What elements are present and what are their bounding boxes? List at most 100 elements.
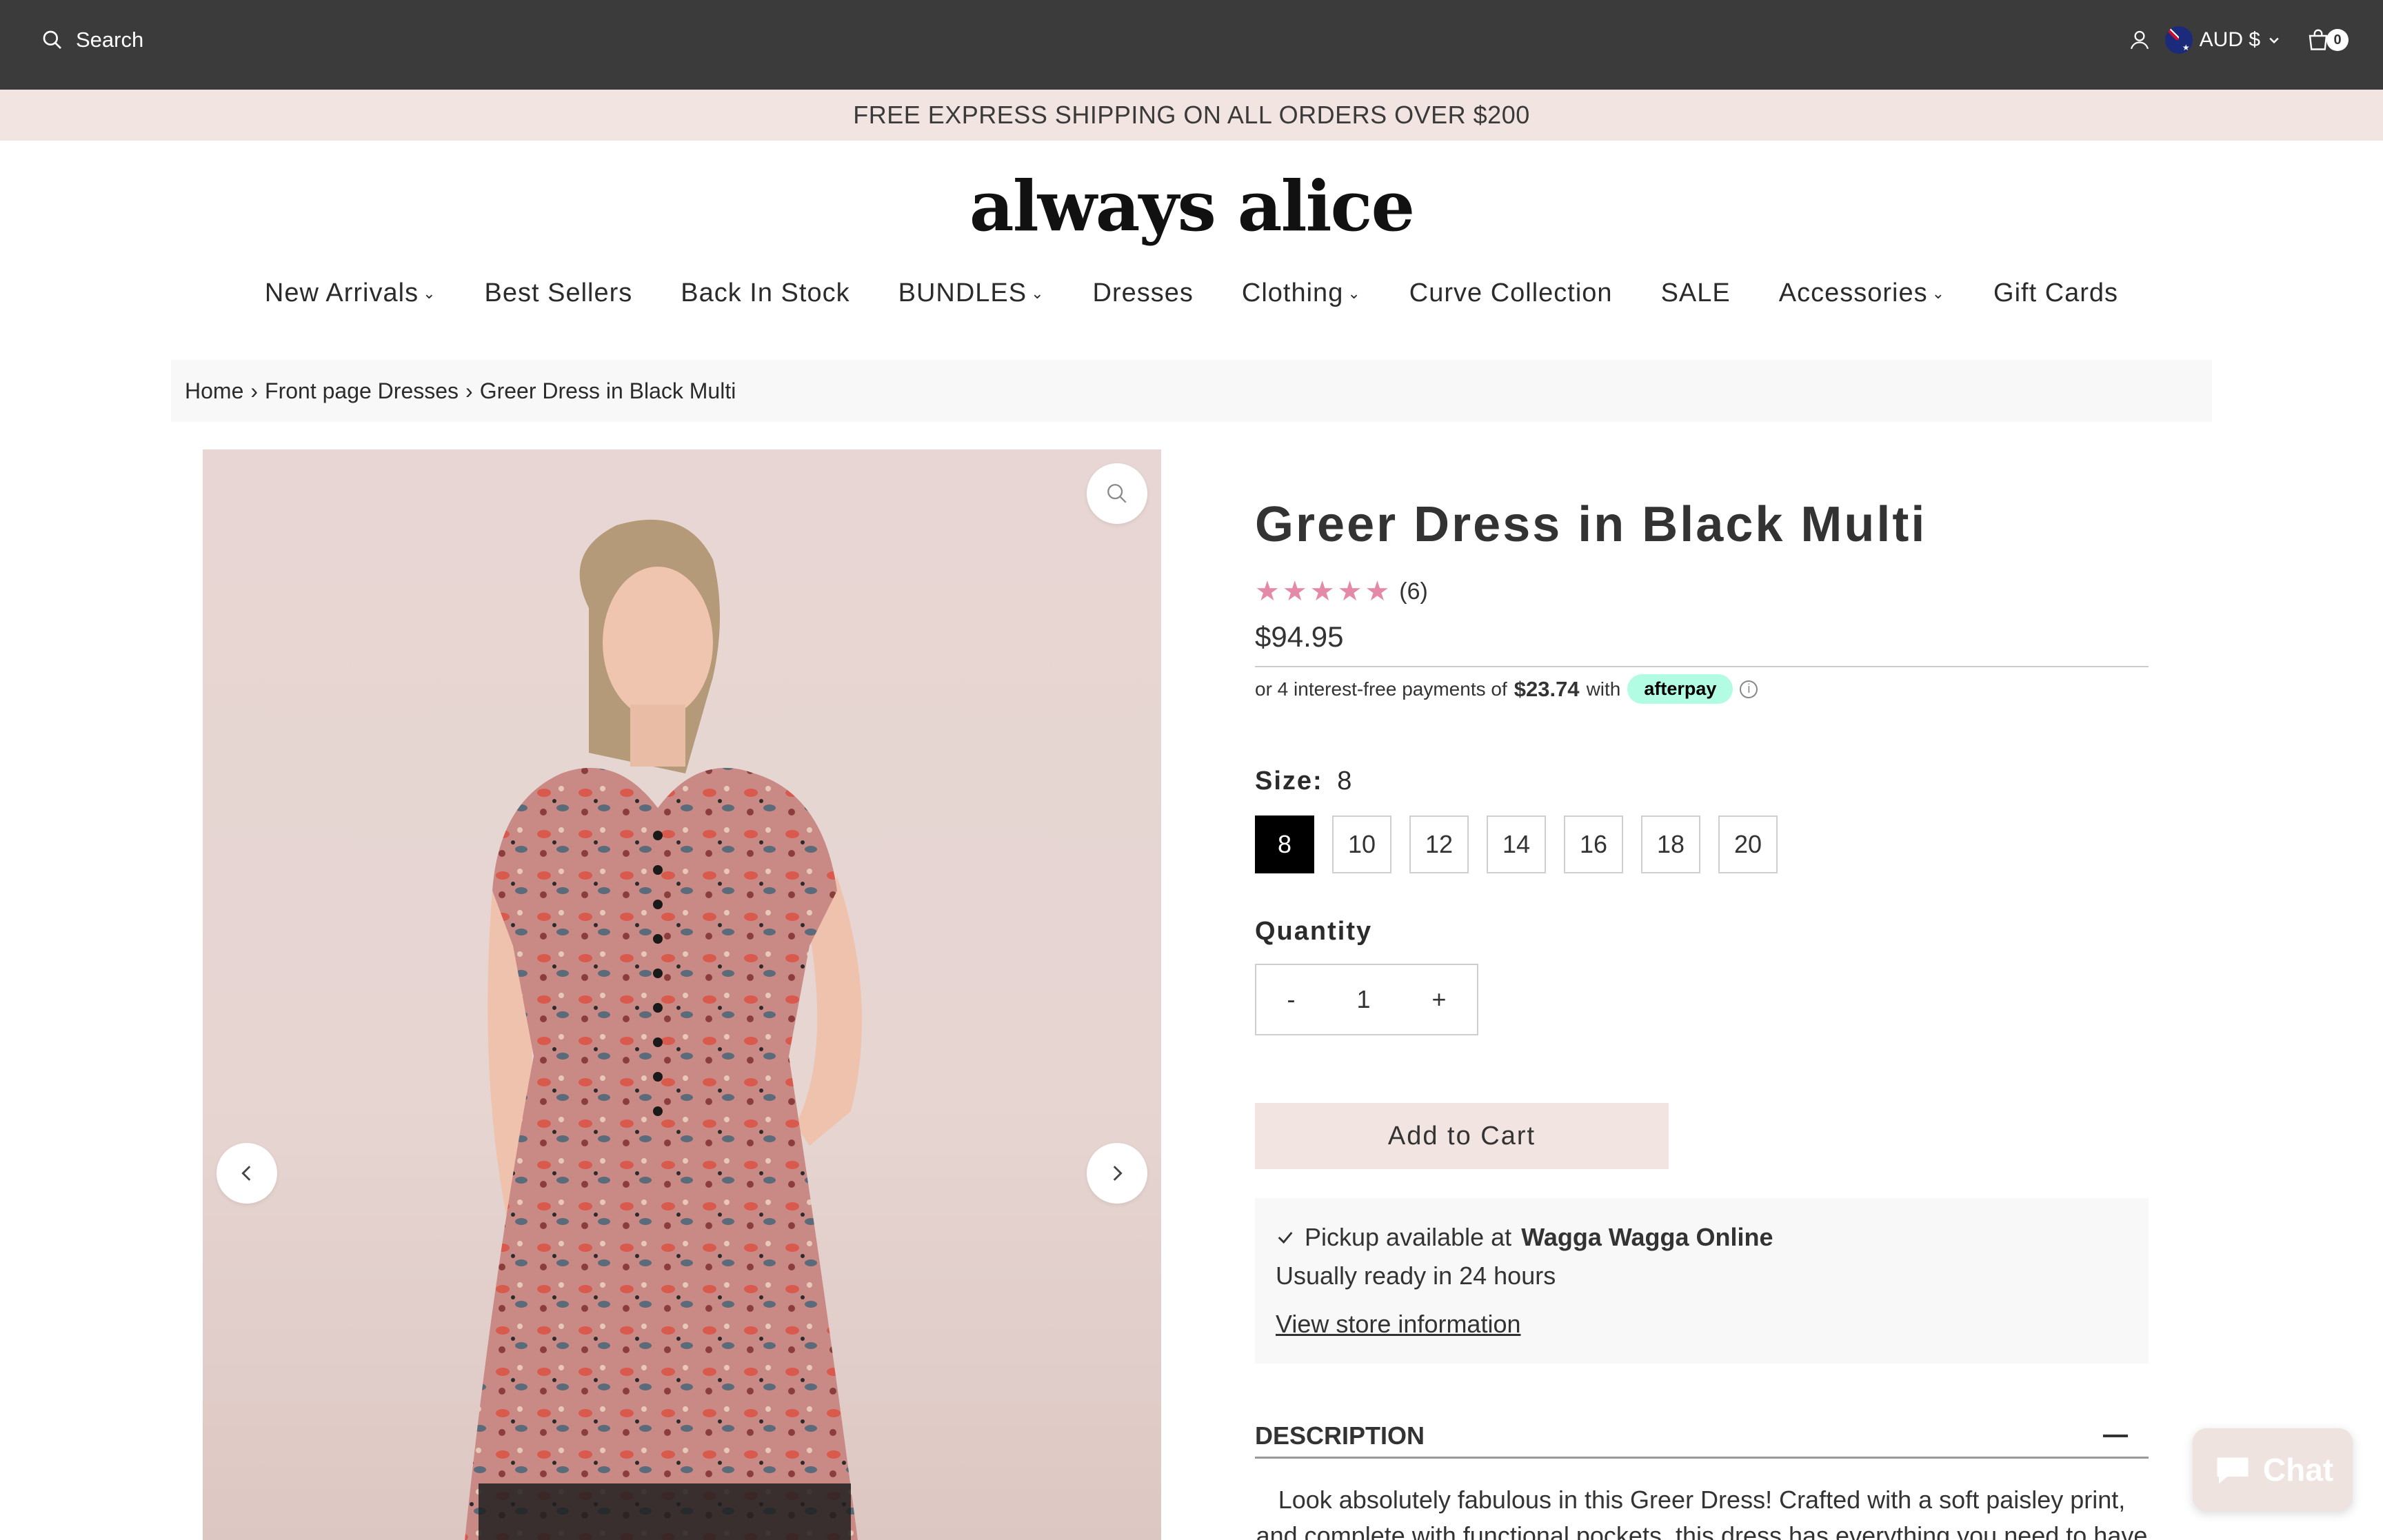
nav-label: Accessories	[1778, 278, 1928, 307]
size-option-8[interactable]: 8	[1255, 815, 1314, 873]
site-logo[interactable]: always alice	[0, 165, 2383, 247]
add-to-cart-button[interactable]: Add to Cart	[1255, 1103, 1669, 1169]
size-option-18[interactable]: 18	[1641, 815, 1700, 873]
product-title: Greer Dress in Black Multi	[1255, 497, 1927, 552]
pickup-availability: Pickup available at Wagga Wagga Online U…	[1255, 1198, 2149, 1364]
breadcrumb-separator: ›	[465, 378, 473, 403]
nav-label: Best Sellers	[484, 278, 633, 307]
quantity-increase-button[interactable]: +	[1431, 985, 1446, 1014]
star-icon: ★	[1365, 576, 1390, 607]
pickup-row: Pickup available at Wagga Wagga Online	[1276, 1223, 2128, 1252]
nav-label: New Arrivals	[264, 278, 419, 307]
nav-label: SALE	[1660, 278, 1731, 307]
chevron-down-icon: ⌄	[1031, 285, 1045, 302]
australia-flag-icon	[2164, 26, 2193, 54]
chevron-down-icon	[2269, 37, 2279, 44]
breadcrumb: Home › Front page Dresses › Greer Dress …	[171, 360, 2212, 422]
description-heading: DESCRIPTION	[1255, 1421, 1425, 1450]
currency-selector[interactable]: AUD $	[2164, 26, 2281, 54]
product-price: $94.95	[1255, 620, 1344, 653]
search-icon	[43, 30, 61, 49]
nav-item-clothing[interactable]: Clothing ⌄	[1242, 278, 1361, 308]
search-label: Search	[76, 28, 144, 52]
chevron-right-icon	[1113, 1166, 1123, 1181]
size-option-12[interactable]: 12	[1409, 815, 1469, 873]
chevron-left-icon	[241, 1166, 251, 1181]
afterpay-with: with	[1586, 678, 1621, 700]
selected-size-value: 8	[1337, 767, 1352, 796]
nav-label: BUNDLES	[898, 278, 1027, 307]
currency-label: AUD $	[2199, 28, 2260, 51]
star-icon: ★	[1255, 576, 1280, 607]
nav-item-curve-collection[interactable]: Curve Collection	[1409, 278, 1613, 308]
nav-label: Back In Stock	[681, 278, 850, 307]
description-toggle[interactable]: DESCRIPTION	[1255, 1415, 2149, 1459]
size-option-10[interactable]: 10	[1332, 815, 1391, 873]
afterpay-prefix: or 4 interest-free payments of	[1255, 678, 1507, 700]
cart-button[interactable]: 0	[2306, 28, 2349, 52]
pickup-store: Wagga Wagga Online	[1521, 1223, 1773, 1251]
info-icon[interactable]: i	[1740, 680, 1758, 698]
cart-count-badge: 0	[2326, 29, 2349, 51]
quantity-stepper: - 1 +	[1255, 964, 1478, 1035]
breadcrumb-home[interactable]: Home	[185, 378, 243, 404]
pickup-ready-text: Usually ready in 24 hours	[1276, 1262, 1556, 1290]
top-right-controls: AUD $ 0	[2128, 26, 2349, 54]
pickup-prefix: Pickup available at	[1305, 1223, 1512, 1251]
nav-label: Gift Cards	[1993, 278, 2119, 307]
view-store-info-link[interactable]: View store information	[1276, 1310, 2128, 1339]
star-icon: ★	[1309, 576, 1335, 607]
size-options: 8 10 12 14 16 18 20	[1255, 815, 1778, 873]
chat-label: Chat	[2262, 1452, 2334, 1488]
next-image-button[interactable]	[1087, 1143, 1147, 1204]
nav-item-dresses[interactable]: Dresses	[1093, 278, 1194, 308]
star-icon: ★	[1282, 576, 1307, 607]
nav-item-accessories[interactable]: Accessories ⌄	[1779, 278, 1945, 308]
product-rating[interactable]: ★ ★ ★ ★ ★ (6)	[1255, 576, 1428, 607]
zoom-button[interactable]	[1087, 463, 1147, 524]
nav-item-back-in-stock[interactable]: Back In Stock	[681, 278, 849, 308]
prev-image-button[interactable]	[217, 1143, 277, 1204]
nav-item-best-sellers[interactable]: Best Sellers	[485, 278, 633, 308]
breadcrumb-separator: ›	[250, 378, 259, 403]
size-option-20[interactable]: 20	[1718, 815, 1778, 873]
breadcrumb-collection[interactable]: Front page Dresses	[265, 378, 459, 404]
model-figure	[465, 519, 862, 1540]
nav-item-new-arrivals[interactable]: New Arrivals ⌄	[265, 278, 436, 308]
quantity-label: Quantity	[1255, 917, 1373, 946]
chevron-down-icon: ⌄	[423, 285, 436, 302]
search-trigger[interactable]: Search	[41, 28, 143, 52]
description-text: Look absolutely fabulous in this Greer D…	[1256, 1486, 2148, 1540]
nav-label: Clothing	[1241, 278, 1344, 307]
nav-item-bundles[interactable]: BUNDLES ⌄	[898, 278, 1045, 308]
shipping-banner-text: FREE EXPRESS SHIPPING ON ALL ORDERS OVER…	[853, 101, 1530, 129]
size-option-16[interactable]: 16	[1564, 815, 1623, 873]
breadcrumb-current: Greer Dress in Black Multi	[479, 378, 736, 403]
size-label-text: Size:	[1255, 767, 1323, 796]
quantity-decrease-button[interactable]: -	[1287, 985, 1295, 1014]
nav-item-gift-cards[interactable]: Gift Cards	[1993, 278, 2118, 308]
chevron-down-icon: ⌄	[1347, 285, 1361, 302]
price-divider	[1255, 666, 2149, 667]
size-option-14[interactable]: 14	[1487, 815, 1546, 873]
chat-button[interactable]: Chat	[2193, 1428, 2353, 1511]
top-bar: Search AUD $ 0	[0, 0, 2383, 90]
nav-item-sale[interactable]: SALE	[1661, 278, 1731, 308]
zoom-icon	[1107, 484, 1127, 503]
product-image[interactable]	[203, 449, 1161, 1540]
nav-label: Curve Collection	[1409, 278, 1613, 307]
afterpay-info: or 4 interest-free payments of $23.74 wi…	[1255, 674, 1758, 704]
afterpay-amount: $23.74	[1514, 676, 1580, 701]
quantity-input[interactable]: 1	[1356, 985, 1370, 1014]
chevron-down-icon: ⌄	[1931, 285, 1946, 302]
review-count: (6)	[1399, 578, 1428, 605]
collapse-icon	[2103, 1434, 2128, 1437]
shipping-banner: FREE EXPRESS SHIPPING ON ALL ORDERS OVER…	[0, 90, 2383, 141]
size-label: Size: 8	[1255, 767, 1351, 796]
account-icon[interactable]	[2128, 28, 2151, 52]
chat-bubble-icon	[2217, 1457, 2249, 1483]
main-navigation: New Arrivals ⌄ Best Sellers Back In Stock…	[0, 278, 2383, 308]
star-icon: ★	[1337, 576, 1363, 607]
nav-label: Dresses	[1092, 278, 1194, 307]
afterpay-logo[interactable]: afterpay	[1627, 674, 1733, 704]
